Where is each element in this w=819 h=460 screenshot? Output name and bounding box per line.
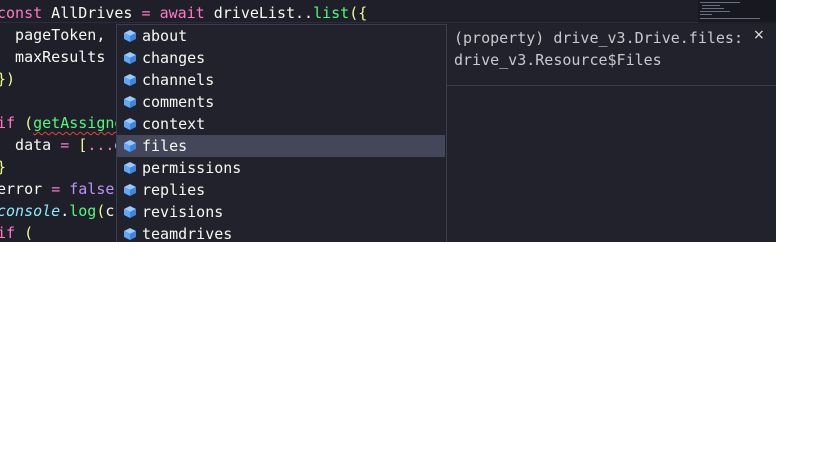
close-icon[interactable]: × — [753, 27, 765, 43]
details-signature-line-1: (property) drive_v3.Drive.files: — [454, 29, 743, 47]
code-token: log — [69, 202, 97, 220]
code-token: if — [0, 224, 16, 242]
details-header: (property) drive_v3.Drive.files: drive_v… — [447, 24, 776, 86]
suggestion-label: context — [142, 115, 206, 133]
suggestion-item-revisions[interactable]: revisions — [117, 201, 445, 223]
code-token: = — [141, 4, 151, 22]
suggestion-item-comments[interactable]: comments — [117, 91, 445, 113]
code-editor[interactable]: const AllDrives = await driveList..list(… — [0, 0, 776, 242]
minimap[interactable] — [698, 0, 776, 22]
code-token: = — [60, 136, 70, 154]
property-cube-icon — [124, 118, 136, 130]
code-line: data = [...d — [0, 134, 123, 156]
suggestion-item-context[interactable]: context — [117, 113, 445, 135]
code-line: pageToken, — [0, 24, 105, 46]
code-token: await — [159, 4, 205, 22]
property-cube-icon — [124, 140, 136, 152]
suggestion-label: revisions — [142, 203, 224, 221]
suggestion-item-permissions[interactable]: permissions — [117, 157, 445, 179]
code-line: maxResults : — [0, 46, 123, 68]
code-token: driveList.. — [204, 4, 314, 22]
code-token: . — [60, 202, 70, 220]
code-token: } — [0, 158, 6, 176]
code-line: console.log(c) — [0, 200, 123, 222]
suggestion-item-replies[interactable]: replies — [117, 179, 445, 201]
details-signature-line-2: drive_v3.Resource$Files — [454, 51, 662, 69]
suggestion-item-teamdrives[interactable]: teamdrives — [117, 223, 445, 242]
autocomplete-suggestion-list[interactable]: about changes channels comments context files… — [116, 24, 447, 242]
suggestion-label: changes — [142, 49, 206, 67]
code-token: error — [0, 180, 52, 198]
code-token: ... — [87, 136, 115, 154]
suggestion-label: comments — [142, 93, 215, 111]
property-cube-icon — [124, 52, 136, 64]
property-cube-icon — [124, 96, 136, 108]
code-token: pageToken, — [0, 26, 106, 44]
code-line: } — [0, 156, 6, 178]
code-line: }) — [0, 68, 15, 90]
code-token: = — [51, 180, 61, 198]
suggestion-item-files[interactable]: files — [117, 135, 445, 157]
code-line: if (getAssigne — [0, 112, 123, 134]
suggestion-label: channels — [142, 71, 215, 89]
property-cube-icon — [124, 184, 136, 196]
property-cube-icon — [124, 74, 136, 86]
suggestion-details-panel: (property) drive_v3.Drive.files: drive_v… — [446, 24, 776, 242]
suggestion-item-changes[interactable]: changes — [117, 47, 445, 69]
suggestion-item-about[interactable]: about — [117, 25, 445, 47]
suggestion-label: permissions — [142, 159, 242, 177]
code-line: error = false; — [0, 178, 123, 200]
code-token: if — [0, 114, 16, 132]
code-line: const AllDrives = await driveList..list(… — [0, 2, 367, 24]
code-token: list — [313, 4, 350, 22]
code-token: AllDrives — [42, 4, 142, 22]
code-token: data — [0, 136, 61, 154]
code-token: getAssigne — [33, 114, 124, 132]
code-token: ( — [15, 224, 34, 242]
property-cube-icon — [124, 30, 136, 42]
code-token: console — [0, 202, 61, 220]
suggestion-label: about — [142, 27, 188, 45]
suggestion-item-channels[interactable]: channels — [117, 69, 445, 91]
suggestion-label: files — [142, 137, 188, 155]
code-token: ({ — [349, 4, 368, 22]
property-cube-icon — [124, 162, 136, 174]
code-token: ( — [15, 114, 34, 132]
code-token: false — [69, 180, 115, 198]
code-token: }) — [0, 70, 16, 88]
suggestion-label: replies — [142, 181, 206, 199]
suggestion-label: teamdrives — [142, 225, 233, 242]
code-token: [ — [69, 136, 88, 154]
code-token: maxResults — [0, 48, 115, 66]
property-cube-icon — [124, 206, 136, 218]
property-cube-icon — [124, 228, 136, 240]
code-line: if ( — [0, 222, 33, 242]
code-token: const — [0, 4, 43, 22]
